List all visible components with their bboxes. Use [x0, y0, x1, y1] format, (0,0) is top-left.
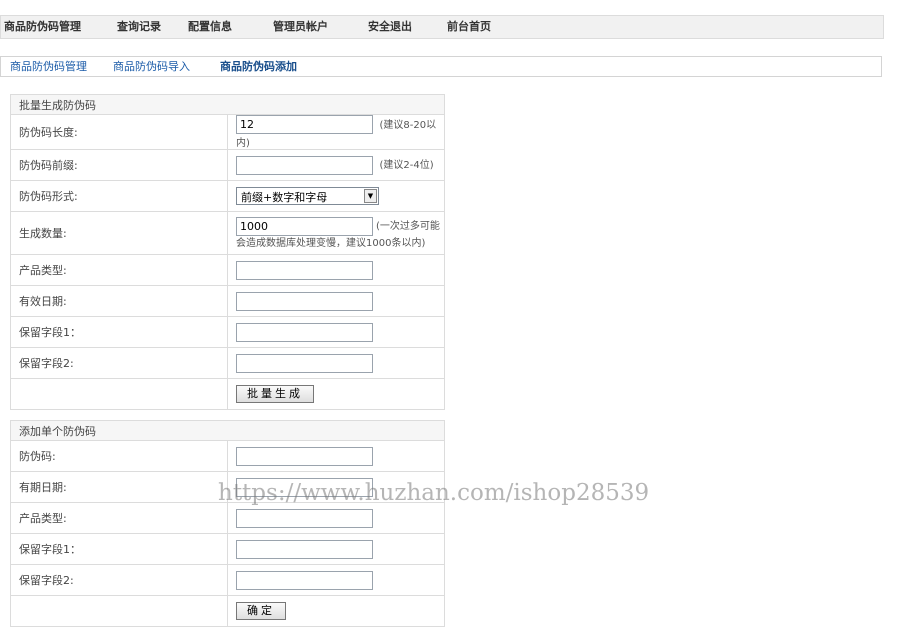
single-reserve2-label: 保留字段2:	[10, 564, 228, 596]
single-reserve1-input[interactable]	[236, 539, 373, 559]
count-label: 生成数量:	[10, 211, 228, 255]
batch-form-caption: 批量生成防伪码	[10, 94, 445, 115]
nav-front-home[interactable]: 前台首页	[447, 16, 491, 38]
single-empty-label-cell	[10, 595, 228, 627]
sub-nav: 商品防伪码管理 商品防伪码导入 商品防伪码添加	[0, 56, 882, 77]
nav-admin-account[interactable]: 管理员帐户	[273, 16, 328, 38]
prefix-hint: (建议2-4位)	[379, 160, 434, 171]
nav-code-management[interactable]: 商品防伪码管理	[4, 16, 81, 38]
expiry-input[interactable]	[236, 291, 373, 311]
single-add-form: 添加单个防伪码 防伪码: 有期日期: 产品类型: 保留字段1： 保留字段2: 确…	[10, 420, 445, 627]
count-input[interactable]	[236, 217, 373, 236]
length-input[interactable]	[236, 115, 373, 134]
single-reserve2-input[interactable]	[236, 570, 373, 590]
top-nav: 商品防伪码管理 查询记录 配置信息 管理员帐户 安全退出 前台首页	[0, 15, 884, 39]
single-expiry-input[interactable]	[236, 477, 373, 497]
reserve1-label: 保留字段1：	[10, 316, 228, 348]
single-product-type-input[interactable]	[236, 508, 373, 528]
single-reserve1-label: 保留字段1：	[10, 533, 228, 565]
code-input[interactable]	[236, 446, 373, 466]
reserve2-input[interactable]	[236, 353, 373, 373]
code-label: 防伪码:	[10, 440, 228, 472]
format-label: 防伪码形式:	[10, 180, 228, 212]
single-expiry-label: 有期日期:	[10, 471, 228, 503]
reserve1-input[interactable]	[236, 322, 373, 342]
prefix-input[interactable]	[236, 155, 373, 175]
dropdown-arrow-icon[interactable]: ▼	[364, 189, 377, 203]
empty-label-cell	[10, 378, 228, 410]
subnav-add[interactable]: 商品防伪码添加	[220, 57, 297, 76]
prefix-label: 防伪码前缀:	[10, 149, 228, 181]
product-type-input[interactable]	[236, 260, 373, 280]
length-label: 防伪码长度:	[10, 114, 228, 150]
nav-config[interactable]: 配置信息	[188, 16, 232, 38]
batch-generate-button[interactable]: 批量生成	[236, 385, 314, 403]
nav-logout[interactable]: 安全退出	[368, 16, 412, 38]
single-product-type-label: 产品类型:	[10, 502, 228, 534]
confirm-button[interactable]: 确定	[236, 602, 286, 620]
subnav-import[interactable]: 商品防伪码导入	[113, 57, 190, 76]
expiry-label: 有效日期:	[10, 285, 228, 317]
batch-generate-form: 批量生成防伪码 防伪码长度: (建议8-20以内) 防伪码前缀: (建议2-4位…	[10, 94, 445, 410]
subnav-manage[interactable]: 商品防伪码管理	[10, 57, 87, 76]
format-select-value: 前缀+数字和字母	[241, 191, 328, 204]
format-select[interactable]: 前缀+数字和字母 ▼	[236, 187, 379, 205]
reserve2-label: 保留字段2:	[10, 347, 228, 379]
nav-query-records[interactable]: 查询记录	[117, 16, 161, 38]
single-form-caption: 添加单个防伪码	[10, 420, 445, 441]
product-type-label: 产品类型:	[10, 254, 228, 286]
